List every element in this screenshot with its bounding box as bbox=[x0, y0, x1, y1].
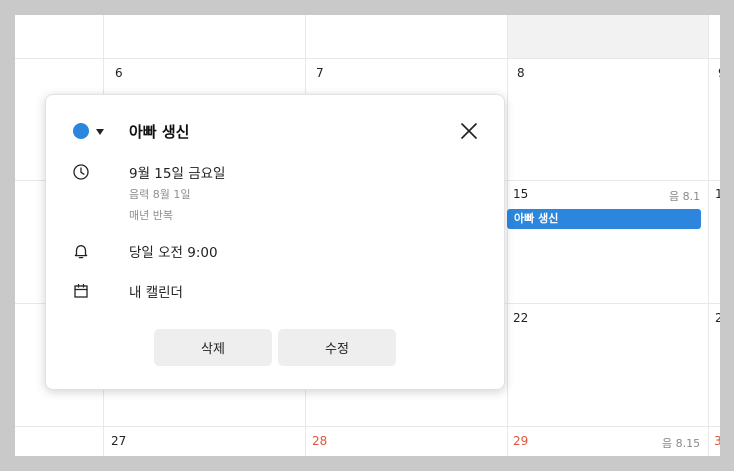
day-number[interactable]: 30 bbox=[714, 434, 720, 448]
day-number[interactable]: 6 bbox=[115, 66, 123, 80]
day-number[interactable]: 9 bbox=[718, 66, 720, 80]
event-detail-popup: 아빠 생신 9월 15일 금요일 음력 8월 1일 매년 반복 당일 오전 9:… bbox=[45, 94, 505, 390]
grid-divider bbox=[708, 15, 709, 456]
color-dot-icon[interactable] bbox=[73, 123, 89, 139]
event-title: 아빠 생신 bbox=[129, 123, 190, 141]
lunar-date: 음력 8월 1일 bbox=[129, 188, 191, 201]
day-number[interactable]: 8 bbox=[517, 66, 525, 80]
bell-icon bbox=[72, 242, 90, 260]
edit-button[interactable]: 수정 bbox=[278, 329, 396, 366]
clock-icon bbox=[72, 163, 90, 181]
grid-divider bbox=[15, 426, 720, 427]
grid-divider bbox=[507, 15, 508, 456]
grid-divider bbox=[15, 58, 720, 59]
day-number[interactable]: 22 bbox=[513, 311, 528, 325]
day-number[interactable]: 16 bbox=[715, 187, 720, 201]
delete-button[interactable]: 삭제 bbox=[154, 329, 272, 366]
event-date: 9월 15일 금요일 bbox=[129, 166, 226, 182]
calendar-icon bbox=[72, 282, 90, 300]
day-number[interactable]: 7 bbox=[316, 66, 324, 80]
day-number[interactable]: 28 bbox=[312, 434, 327, 448]
lunar-date-label: 음 8.15 bbox=[662, 437, 701, 450]
event-bar[interactable]: 아빠 생신 bbox=[507, 209, 701, 229]
repeat-rule: 매년 반복 bbox=[129, 209, 173, 222]
shaded-cell bbox=[507, 15, 708, 58]
lunar-date-label: 음 8.1 bbox=[669, 190, 701, 203]
day-number[interactable]: 23 bbox=[715, 311, 720, 325]
day-number[interactable]: 29 bbox=[513, 434, 528, 448]
calendar-name: 내 캘린더 bbox=[129, 285, 183, 301]
reminder-time: 당일 오전 9:00 bbox=[129, 245, 218, 261]
day-number[interactable]: 15 bbox=[513, 187, 528, 201]
caret-down-icon[interactable] bbox=[96, 129, 104, 135]
day-number[interactable]: 27 bbox=[111, 434, 126, 448]
close-icon[interactable] bbox=[459, 121, 479, 141]
